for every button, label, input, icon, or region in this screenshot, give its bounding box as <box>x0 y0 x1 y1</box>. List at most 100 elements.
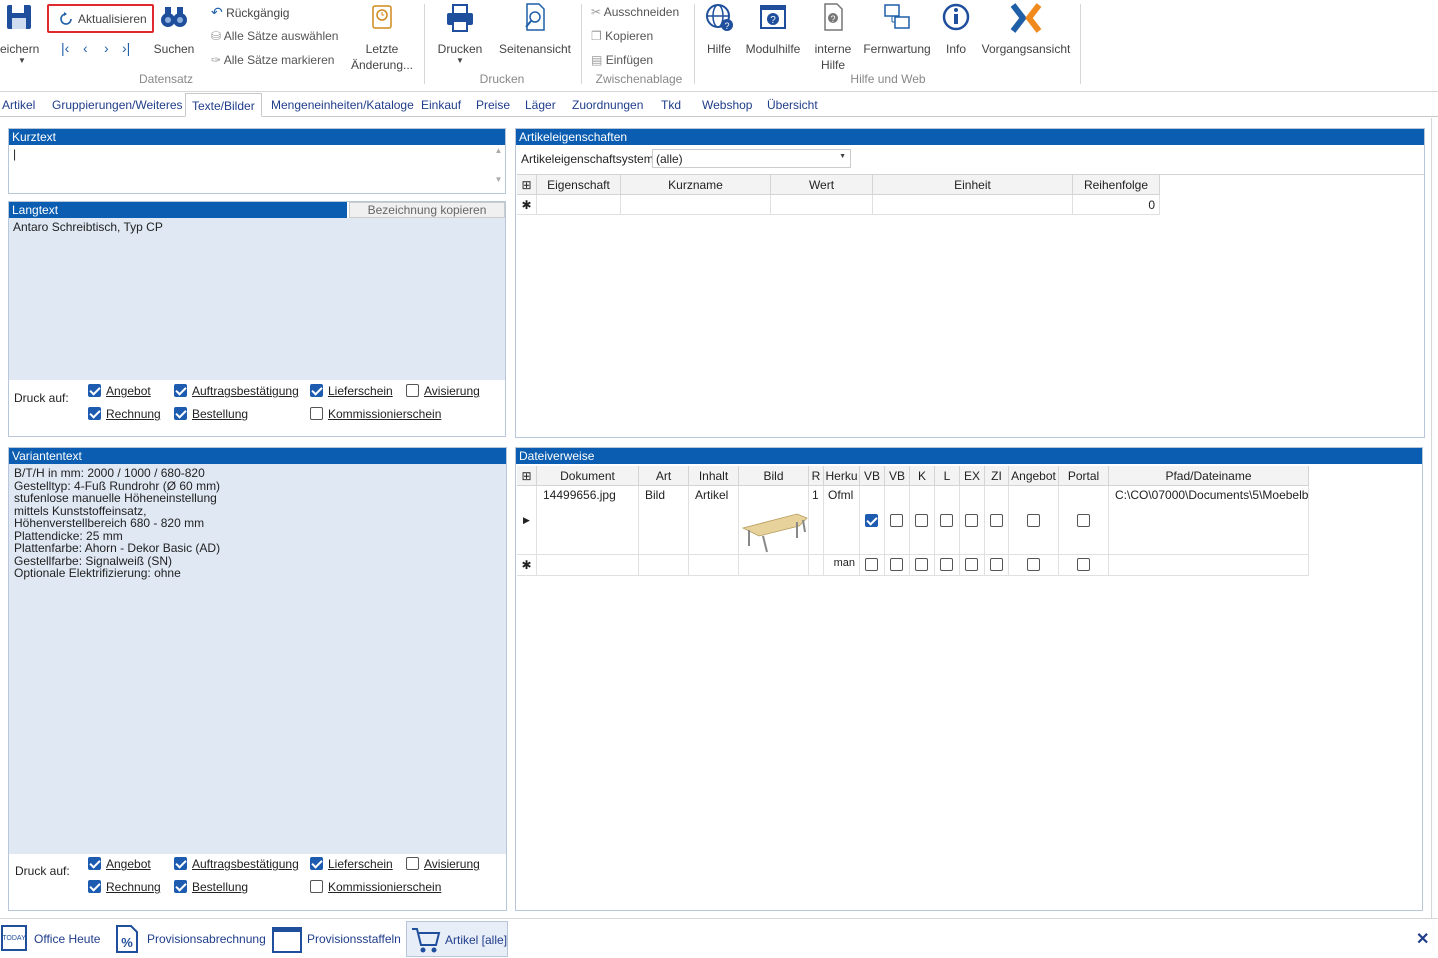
column-header[interactable]: ZI <box>985 466 1009 486</box>
last-change-button[interactable]: Letzte Änderung... <box>349 2 415 73</box>
vb-checkbox[interactable] <box>865 558 878 571</box>
table-cell[interactable]: Bild <box>639 486 689 555</box>
table-cell[interactable]: Artikel <box>689 486 739 555</box>
tab-zuordnungen[interactable]: Zuordnungen <box>572 93 643 117</box>
l-checkbox[interactable] <box>940 558 953 571</box>
table-cell[interactable] <box>739 486 809 555</box>
avisierung-checkbox[interactable] <box>406 857 419 870</box>
paste-button[interactable]: ▤ Einfügen <box>591 50 653 70</box>
column-header[interactable]: Einheit <box>873 175 1073 195</box>
column-header[interactable]: Art <box>639 466 689 486</box>
tab-tkd[interactable]: Tkd <box>661 93 681 117</box>
table-cell[interactable] <box>771 195 873 215</box>
column-header[interactable]: Inhalt <box>689 466 739 486</box>
column-header[interactable]: Pfad/Dateiname <box>1109 466 1309 486</box>
prev-record-icon[interactable]: ‹ <box>83 40 88 56</box>
angebot-checkbox[interactable] <box>1027 514 1040 527</box>
table-cell[interactable] <box>739 555 809 576</box>
zi-checkbox[interactable] <box>990 514 1003 527</box>
table-cell[interactable] <box>621 195 771 215</box>
cut-button[interactable]: ✂ Ausschneiden <box>591 2 679 22</box>
bestellung-checkbox[interactable] <box>174 880 187 893</box>
tab-einkauf[interactable]: Einkauf <box>421 93 461 117</box>
lieferschein-checkbox[interactable] <box>310 384 323 397</box>
kurztext-scrollbar[interactable]: ▲ ▼ <box>492 146 505 192</box>
bestellung-checkbox[interactable] <box>174 407 187 420</box>
grid-options-icon[interactable]: ⊞ <box>517 175 537 195</box>
scroll-up-icon[interactable]: ▲ <box>492 146 505 155</box>
tab-gruppierungen[interactable]: Gruppierungen/Weiteres <box>52 93 183 117</box>
tab-webshop[interactable]: Webshop <box>702 93 752 117</box>
portal-checkbox[interactable] <box>1077 514 1090 527</box>
column-header[interactable]: Reihenfolge <box>1073 175 1160 195</box>
mark-all-button[interactable]: ✑ Alle Sätze markieren <box>211 50 334 70</box>
tab-mengeneinheiten[interactable]: Mengeneinheiten/Kataloge <box>271 93 414 117</box>
rechnung-checkbox[interactable] <box>88 407 101 420</box>
kurztext-input[interactable]: | <box>9 145 491 193</box>
tab-preise[interactable]: Preise <box>476 93 510 117</box>
avisierung-checkbox[interactable] <box>406 384 419 397</box>
table-cell[interactable] <box>689 555 739 576</box>
vb2-checkbox[interactable] <box>890 514 903 527</box>
tab-provisionsstaffeln[interactable]: Provisionsstaffeln <box>271 921 401 957</box>
column-header[interactable]: K <box>910 466 935 486</box>
column-header[interactable]: Kurzname <box>621 175 771 195</box>
table-cell[interactable]: man <box>824 555 860 576</box>
dropdown-arrow-icon[interactable]: ▼ <box>434 57 486 65</box>
table-cell[interactable]: 1 <box>809 486 824 555</box>
vb-checkbox[interactable] <box>865 514 878 527</box>
last-record-icon[interactable]: ›| <box>122 40 130 56</box>
column-header[interactable]: R <box>809 466 824 486</box>
ex-checkbox[interactable] <box>965 514 978 527</box>
module-help-button[interactable]: ? Modulhilfe <box>742 2 804 57</box>
variantentext-input[interactable]: B/T/H in mm: 2000 / 1000 / 680-820 Geste… <box>9 464 506 854</box>
table-cell[interactable]: 0 <box>1073 195 1160 215</box>
column-header[interactable]: Dokument <box>537 466 639 486</box>
table-cell[interactable] <box>809 555 824 576</box>
lieferschein-checkbox[interactable] <box>310 857 323 870</box>
tab-office-heute[interactable]: TODAY Office Heute <box>0 921 104 957</box>
auftragsbestaetigung-checkbox[interactable] <box>174 384 187 397</box>
kommissionierschein-checkbox[interactable] <box>310 407 323 420</box>
tab-texte-bilder[interactable]: Texte/Bilder <box>185 93 262 117</box>
column-header[interactable]: L <box>935 466 960 486</box>
k-checkbox[interactable] <box>915 558 928 571</box>
rechnung-checkbox[interactable] <box>88 880 101 893</box>
column-header[interactable]: Herku <box>824 466 860 486</box>
l-checkbox[interactable] <box>940 514 953 527</box>
tab-artikel-alle[interactable]: Artikel [alle] <box>406 921 508 957</box>
remote-maintenance-button[interactable]: Fernwartung <box>862 2 932 57</box>
table-cell[interactable] <box>873 195 1073 215</box>
column-header[interactable]: Portal <box>1059 466 1109 486</box>
process-view-button[interactable]: Vorgangsansicht <box>980 2 1072 57</box>
tab-artikel[interactable]: Artikel <box>2 93 35 117</box>
column-header[interactable]: EX <box>960 466 985 486</box>
scrollbar-track[interactable] <box>1431 118 1432 918</box>
tab-laeger[interactable]: Läger <box>525 93 556 117</box>
table-cell[interactable] <box>537 555 639 576</box>
table-cell[interactable]: 14499656.jpg <box>537 486 639 555</box>
copy-button[interactable]: ❐ Kopieren <box>591 26 653 46</box>
close-icon[interactable]: ✕ <box>1416 929 1429 949</box>
tab-uebersicht[interactable]: Übersicht <box>767 93 818 117</box>
kommissionierschein-checkbox[interactable] <box>310 880 323 893</box>
table-cell[interactable] <box>639 555 689 576</box>
help-button[interactable]: ? Hilfe <box>702 2 736 57</box>
first-record-icon[interactable]: |‹ <box>61 40 69 56</box>
internal-help-button[interactable]: ? interne Hilfe <box>810 2 856 73</box>
dropdown-arrow-icon[interactable]: ▼ <box>0 57 44 65</box>
langtext-input[interactable]: Antaro Schreibtisch, Typ CP <box>9 218 505 380</box>
zi-checkbox[interactable] <box>990 558 1003 571</box>
system-select[interactable]: (alle) ▼ <box>652 149 851 168</box>
save-button[interactable]: eichern ▼ <box>0 2 44 65</box>
column-header[interactable]: Eigenschaft <box>537 175 621 195</box>
auftragsbestaetigung-checkbox[interactable] <box>174 857 187 870</box>
angebot-checkbox[interactable] <box>88 384 101 397</box>
table-cell[interactable] <box>1109 555 1309 576</box>
grid-options-icon[interactable]: ⊞ <box>517 466 537 486</box>
angebot-checkbox[interactable] <box>88 857 101 870</box>
table-cell[interactable]: C:\CO\07000\Documents\5\Moebelbil <box>1109 486 1309 555</box>
next-record-icon[interactable]: › <box>104 40 109 56</box>
page-preview-button[interactable]: Seitenansicht <box>498 2 572 57</box>
refresh-button[interactable]: Aktualisieren <box>47 4 154 33</box>
